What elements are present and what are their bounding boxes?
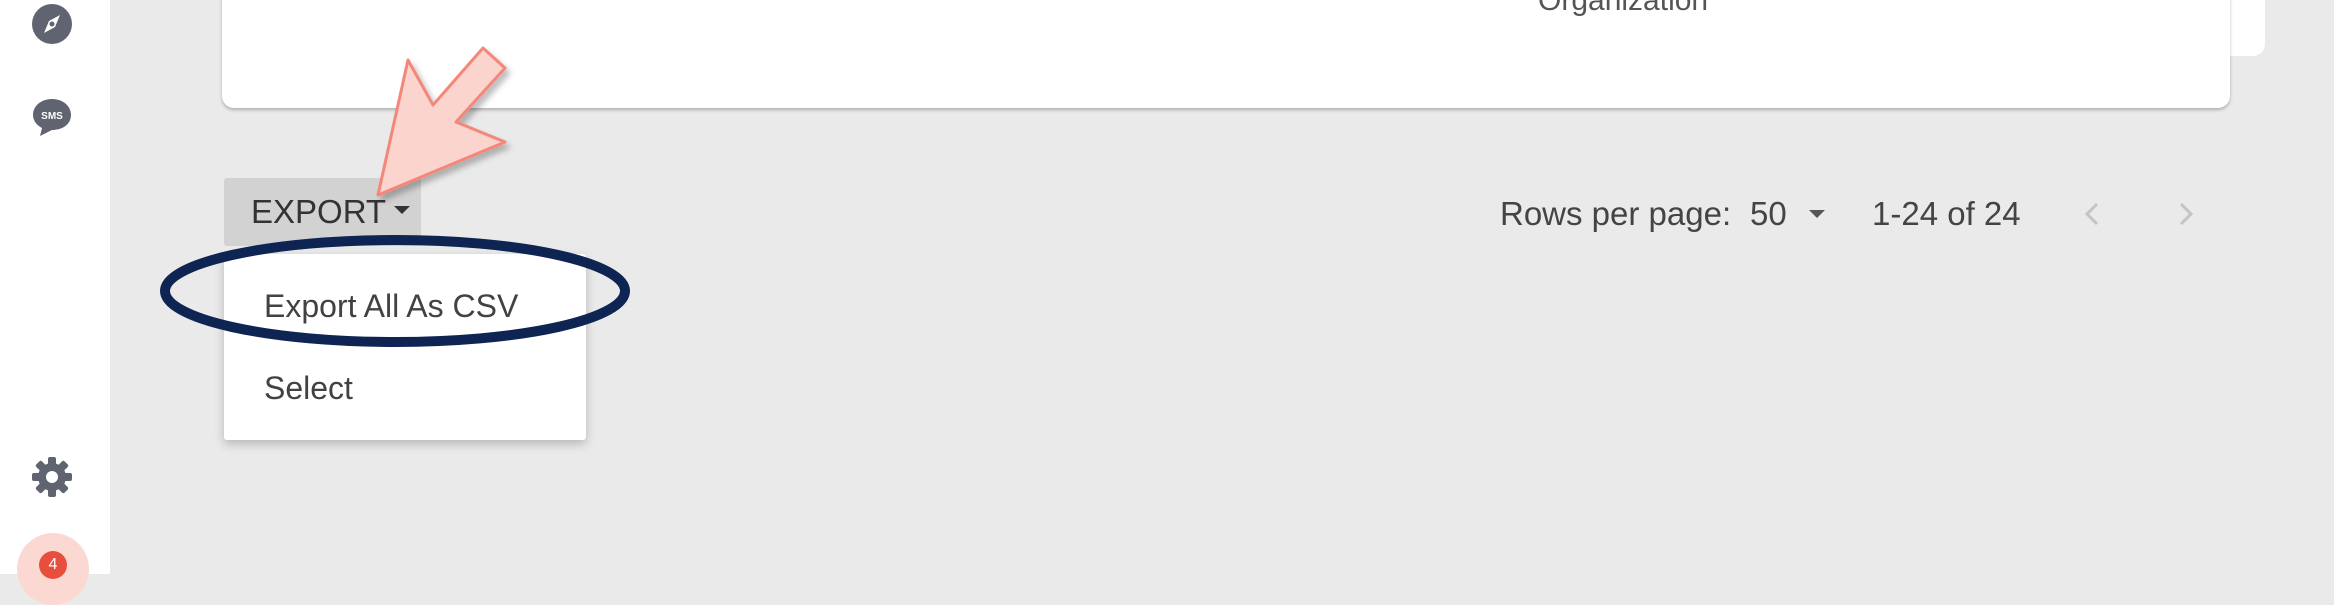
menu-item-select[interactable]: Select [264, 370, 353, 407]
export-menu: Export All As CSV Select [224, 254, 586, 440]
pagination-range: 1-24 of 24 [1872, 195, 2021, 232]
compass-icon[interactable] [30, 2, 74, 46]
caret-down-icon [394, 206, 411, 214]
sms-icon[interactable]: SMS [30, 95, 74, 139]
chevron-left-icon [2084, 202, 2099, 226]
rows-per-page-label: Rows per page: [1500, 195, 1732, 232]
chevron-right-icon [2179, 202, 2194, 226]
gear-icon[interactable] [30, 455, 74, 499]
export-button-label: EXPORT [251, 193, 387, 230]
notifications-button[interactable]: 4 [17, 533, 89, 605]
rows-per-page-select[interactable]: 50 [1750, 195, 1825, 233]
column-header-organization: Organization [1538, 0, 1709, 17]
menu-item-export-all-csv[interactable]: Export All As CSV [264, 288, 518, 325]
sidebar: SMS 4 [0, 0, 110, 605]
caret-down-icon [1808, 210, 1825, 218]
table-card [222, 0, 2230, 108]
sms-icon-label: SMS [41, 111, 63, 122]
export-button[interactable]: EXPORT [224, 178, 421, 246]
next-page-button[interactable] [2174, 196, 2198, 237]
notification-count-badge: 4 [39, 551, 67, 579]
previous-page-button[interactable] [2080, 196, 2104, 237]
rows-per-page-value: 50 [1750, 195, 1787, 232]
